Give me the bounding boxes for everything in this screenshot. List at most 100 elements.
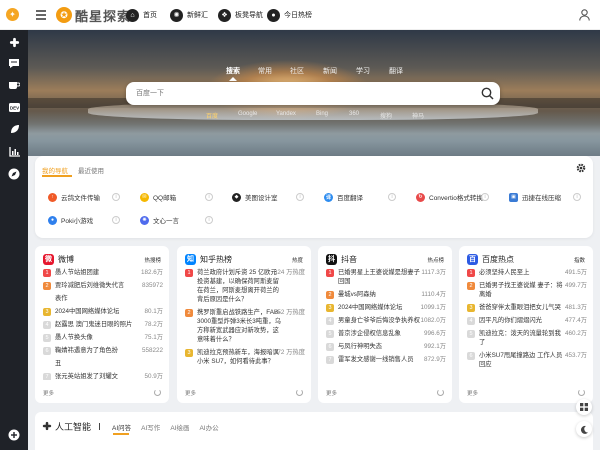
tab-news[interactable]: 新闻 bbox=[323, 66, 337, 76]
hot-list-item[interactable]: 2 携罗斯重启战铁路生产，FAB-3000重型炸弹3米长3吨重，乌方称新宽武器应对… bbox=[185, 308, 305, 344]
fav-item-label: 百度翻译 bbox=[337, 195, 363, 202]
info-icon[interactable]: i bbox=[205, 193, 213, 201]
info-icon[interactable]: i bbox=[573, 193, 581, 201]
hot-list-item[interactable]: 3 2024中国网络媒体论坛 80.1万 bbox=[43, 307, 163, 316]
card-header[interactable]: 抖抖音 bbox=[326, 253, 357, 265]
hot-list-item[interactable]: 2 已婚男子找王婆说媒 妻子：将离婚 499.7万 bbox=[467, 281, 587, 299]
chart-icon[interactable] bbox=[7, 145, 21, 159]
info-icon[interactable]: i bbox=[112, 216, 120, 224]
fav-item[interactable]: ✺ 文心一言 bbox=[140, 214, 179, 226]
tab-my-nav[interactable]: 我的导航 bbox=[42, 165, 68, 175]
engine-bing[interactable]: Bing bbox=[316, 111, 328, 117]
info-icon[interactable]: i bbox=[481, 193, 489, 201]
hot-list-item[interactable]: 5 愚人节换头像 75.1万 bbox=[43, 333, 163, 342]
dark-mode-button[interactable] bbox=[576, 421, 592, 437]
card-tag[interactable]: 指数 bbox=[574, 256, 585, 264]
hot-list-item[interactable]: 2 曼城vs阿森纳 1110.4万 bbox=[326, 290, 446, 299]
hot-list-item[interactable]: 6 与凤行神明失态 992.1万 bbox=[326, 342, 446, 351]
chat-icon[interactable] bbox=[7, 56, 21, 70]
nav-new[interactable]: ✺ 新鲜汇 bbox=[170, 0, 208, 30]
refresh-icon[interactable] bbox=[296, 389, 303, 396]
hot-list-item[interactable]: 7 张元英站姐发了刘耀文 50.9万 bbox=[43, 372, 163, 380]
cup-icon[interactable] bbox=[7, 78, 21, 92]
tab-ai-qa[interactable]: AI问答 bbox=[112, 422, 131, 432]
hot-list-item[interactable]: 5 凯迪拉克：泼天的流量轮到我了 460.2万 bbox=[467, 329, 587, 347]
hot-list-item[interactable]: 4 男童身亡爷爷后悔没争执养权 1082.0万 bbox=[326, 316, 446, 325]
fav-item[interactable]: ↑ 云鸽文件传输 bbox=[48, 191, 100, 203]
dev-icon[interactable]: DEV bbox=[7, 100, 21, 114]
hot-list-item[interactable]: 1 愚人节站姐团建 182.6万 bbox=[43, 268, 163, 277]
refresh-icon[interactable] bbox=[578, 389, 585, 396]
refresh-icon[interactable] bbox=[154, 389, 161, 396]
engine-360[interactable]: 360 bbox=[349, 111, 359, 117]
compass-icon[interactable] bbox=[7, 167, 21, 181]
card-tag[interactable]: 热搜榜 bbox=[144, 256, 161, 264]
rank-badge: 5 bbox=[467, 330, 475, 338]
engine-shenma[interactable]: 神马 bbox=[412, 111, 424, 120]
gear-icon[interactable] bbox=[576, 163, 586, 173]
info-icon[interactable]: i bbox=[296, 193, 304, 201]
brand-logo[interactable]: ✪ 酷星探索 bbox=[56, 6, 131, 24]
slack-icon[interactable] bbox=[7, 35, 21, 49]
search-input[interactable] bbox=[136, 87, 466, 100]
fav-item[interactable]: ● Poki小游戏 bbox=[48, 214, 93, 226]
card-tag[interactable]: 热点榜 bbox=[427, 256, 444, 264]
engine-yandex[interactable]: Yandex bbox=[276, 111, 296, 117]
fav-item[interactable]: ↻ Convertio格式转换 bbox=[416, 191, 483, 203]
card-header[interactable]: 知知乎热榜 bbox=[185, 253, 232, 265]
feather-icon[interactable] bbox=[7, 122, 21, 136]
hot-list-item[interactable]: 7 雷军发文感谢一线销售人员 872.9万 bbox=[326, 355, 446, 364]
nav-home[interactable]: ⌂ 首页 bbox=[126, 0, 157, 30]
refresh-icon[interactable] bbox=[437, 389, 444, 396]
card-header[interactable]: 微微博 bbox=[43, 253, 74, 265]
hot-list-item[interactable]: 5 普京涉企侵权信息乱象 996.6万 bbox=[326, 329, 446, 338]
hot-list-item[interactable]: 1 必须坚持人民至上 491.5万 bbox=[467, 268, 587, 277]
info-icon[interactable]: i bbox=[388, 193, 396, 201]
more-link[interactable]: 更多 bbox=[43, 389, 54, 397]
more-link[interactable]: 更多 bbox=[326, 389, 337, 397]
hot-list-item[interactable]: 2 贾玲减肥后刘维微失代言 835972 bbox=[43, 281, 163, 290]
hot-list-item[interactable]: 3 2024中国网络媒体论坛 1099.1万 bbox=[326, 303, 446, 312]
tab-common[interactable]: 常用 bbox=[258, 66, 272, 76]
tab-translate[interactable]: 翻译 bbox=[389, 66, 403, 76]
nav-hot[interactable]: ● 今日热榜 bbox=[267, 0, 312, 30]
hot-list-item[interactable]: 1 已婚男星上王婆说媒是想妻子回国 1117.3万 bbox=[326, 268, 446, 286]
tab-ai-office[interactable]: AI办公 bbox=[199, 422, 218, 432]
hot-list-item[interactable]: 3 爸爸穿伴太重眼泪把女儿气哭 481.3万 bbox=[467, 303, 587, 312]
tab-community[interactable]: 社区 bbox=[290, 66, 304, 76]
hot-list-item[interactable]: 4 因平凡的你们熠熠闪光 477.4万 bbox=[467, 316, 587, 325]
fav-item[interactable]: ✉ QQ邮箱 bbox=[140, 191, 176, 203]
tab-study[interactable]: 学习 bbox=[356, 66, 370, 76]
hot-list-item[interactable]: 丑 bbox=[43, 359, 163, 368]
engine-baidu[interactable]: 百度 bbox=[206, 111, 218, 120]
search-icon[interactable] bbox=[481, 87, 494, 100]
info-icon[interactable]: i bbox=[205, 216, 213, 224]
site-logo-icon[interactable]: ✦ bbox=[6, 8, 19, 21]
fav-item[interactable]: 译 百度翻译 bbox=[324, 191, 363, 203]
hot-list-item[interactable]: 6 小米SU7甩尾撞路边 工作人员回应 453.7万 bbox=[467, 351, 587, 369]
fav-item[interactable]: ◆ 美图设计室 bbox=[232, 191, 278, 203]
card-tag[interactable]: 热度 bbox=[292, 256, 303, 264]
tab-recent[interactable]: 最近使用 bbox=[78, 165, 104, 175]
card-header[interactable]: 百百度热点 bbox=[467, 253, 514, 265]
layout-toggle-button[interactable] bbox=[576, 399, 592, 415]
hot-list-item[interactable]: 1 荷兰政府计划斥资 25 亿欧元投资基建，以确保荷阿斯麦留在荷兰，阿斯麦想离开荷… bbox=[185, 268, 305, 304]
hot-list-item[interactable]: 3 凯迪拉克预热新车，海报暗讽小米 SU7，如何看待此事？ 272 万热度 bbox=[185, 348, 305, 366]
tab-search[interactable]: 搜索 bbox=[226, 66, 240, 76]
info-icon[interactable]: i bbox=[112, 193, 120, 201]
hot-item-value: 491.5万 bbox=[564, 269, 587, 276]
tab-ai-drawing[interactable]: AI绘画 bbox=[170, 422, 189, 432]
user-icon[interactable] bbox=[579, 9, 590, 21]
tab-ai-writing[interactable]: AI写作 bbox=[141, 422, 160, 432]
add-icon[interactable] bbox=[7, 428, 21, 442]
hot-list-item[interactable]: 表作 bbox=[43, 294, 163, 303]
fav-item[interactable]: ▣ 迅捷在线压缩 bbox=[509, 191, 561, 203]
nav-bench[interactable]: ❖ 板凳导航 bbox=[218, 0, 263, 30]
engine-google[interactable]: Google bbox=[238, 111, 257, 117]
hot-list-item[interactable]: 4 赵露思 澳门鬼迷日眼的照片 78.2万 bbox=[43, 320, 163, 329]
more-link[interactable]: 更多 bbox=[467, 389, 478, 397]
more-link[interactable]: 更多 bbox=[185, 389, 196, 397]
engine-sogou[interactable]: 搜狗 bbox=[380, 111, 392, 120]
hot-list-item[interactable]: 6 鞠婧祎遇意为了角色扮 558222 bbox=[43, 346, 163, 355]
menu-icon[interactable] bbox=[36, 10, 46, 20]
